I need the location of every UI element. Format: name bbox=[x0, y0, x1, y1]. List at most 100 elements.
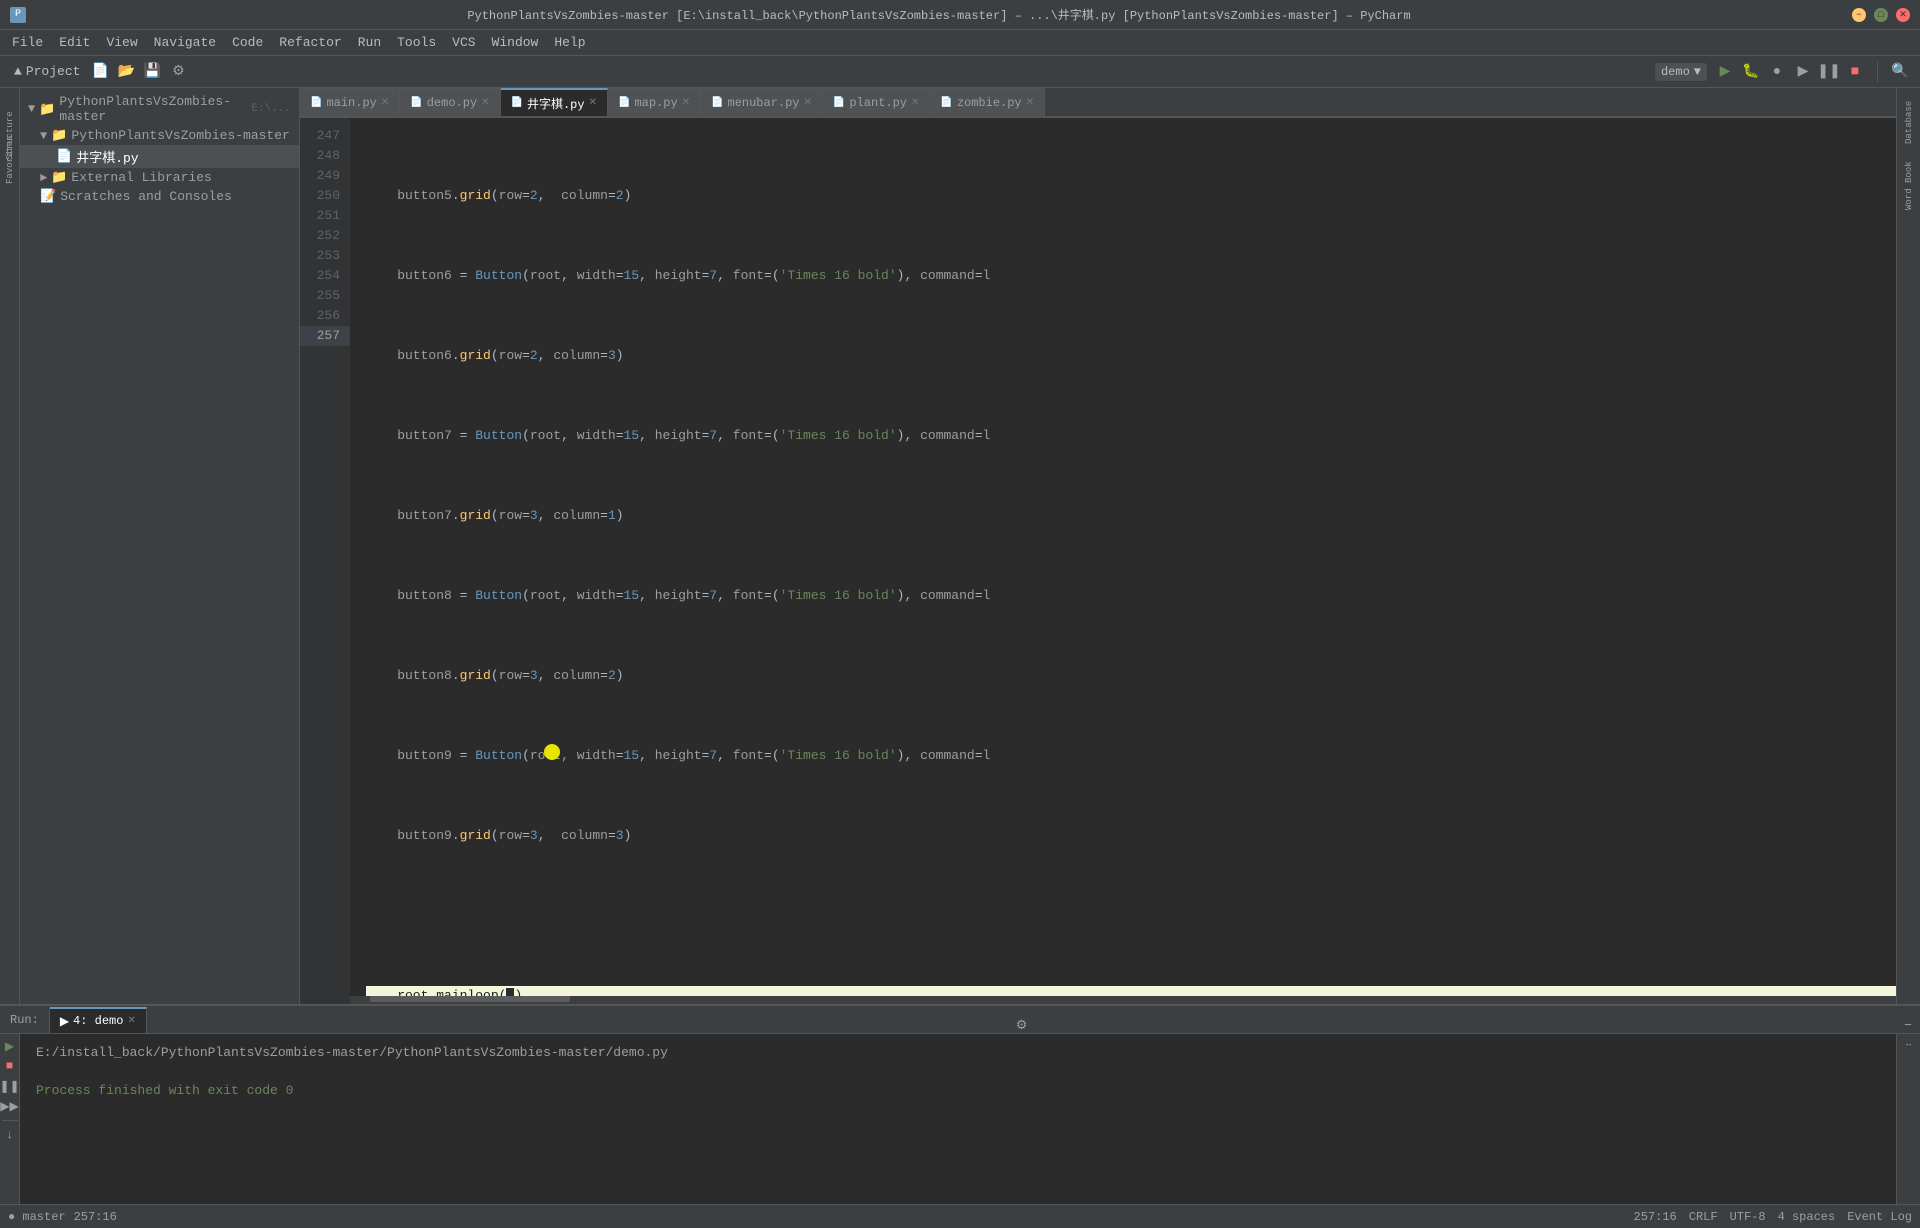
status-indent[interactable]: 257:16 bbox=[74, 1210, 117, 1224]
menu-edit[interactable]: Edit bbox=[51, 33, 98, 52]
window-title: PythonPlantsVsZombies-master [E:\install… bbox=[26, 6, 1852, 23]
tab-menubar-py[interactable]: 📄 menubar.py ✕ bbox=[701, 88, 823, 116]
run-control-icons: ▶ ■ ❚❚ ▶▶ ↓ bbox=[0, 1034, 20, 1204]
bottom-close-button[interactable]: − bbox=[1896, 1018, 1920, 1033]
run-stop-button[interactable]: ■ bbox=[2, 1058, 18, 1074]
favorites-icon[interactable]: Favorites bbox=[2, 152, 18, 168]
code-line-256 bbox=[366, 906, 1896, 926]
run-pause-button[interactable]: ❚❚ bbox=[2, 1078, 18, 1094]
menu-view[interactable]: View bbox=[98, 33, 145, 52]
tree-external-libraries[interactable]: ► 📁 External Libraries bbox=[20, 168, 299, 187]
close-tab-zombie[interactable]: ✕ bbox=[1026, 97, 1034, 109]
tab-jingziqui-py[interactable]: 📄 井字棋.py ✕ bbox=[501, 88, 608, 116]
code-editor[interactable]: 247 248 249 250 251 252 253 254 255 256 … bbox=[300, 118, 1896, 1004]
code-line-247: button5.grid(row=2, column=2) bbox=[366, 186, 1896, 206]
code-line-252: button8 = Button(root, width=15, height=… bbox=[366, 586, 1896, 606]
close-tab-main[interactable]: ✕ bbox=[381, 97, 389, 109]
close-tab-jingziqui[interactable]: ✕ bbox=[589, 97, 597, 109]
bottom-tabs: Run: ▶ 4: demo ✕ ⚙ − bbox=[0, 1006, 1920, 1034]
titlebar: P PythonPlantsVsZombies-master [E:\insta… bbox=[0, 0, 1920, 30]
run-resume-button[interactable]: ▶▶ bbox=[2, 1098, 18, 1114]
left-sidebar-icons: Structure Favorites bbox=[0, 88, 20, 1004]
code-line-255: button9.grid(row=3, column=3) bbox=[366, 826, 1896, 846]
run-play-button[interactable]: ▶ bbox=[2, 1038, 18, 1054]
debug-button[interactable]: 🐛 bbox=[1739, 60, 1763, 84]
wordbook-icon[interactable]: Word Book bbox=[1899, 156, 1919, 216]
stop-button[interactable]: ■ bbox=[1843, 60, 1867, 84]
menu-vcs[interactable]: VCS bbox=[444, 33, 483, 52]
tab-demo-py[interactable]: 📄 demo.py ✕ bbox=[400, 88, 500, 116]
project-label[interactable]: ▲ Project bbox=[8, 62, 86, 81]
tab-zombie-py[interactable]: 📄 zombie.py ✕ bbox=[930, 88, 1045, 116]
code-line-248: button6 = Button(root, width=15, height=… bbox=[366, 266, 1896, 286]
settings-button[interactable]: ⚙ bbox=[166, 60, 190, 84]
menu-help[interactable]: Help bbox=[546, 33, 593, 52]
statusbar: ● master 257:16 257:16 CRLF UTF-8 4 spac… bbox=[0, 1204, 1920, 1228]
editor-tabs: 📄 main.py ✕ 📄 demo.py ✕ 📄 井字棋.py ✕ 📄 map… bbox=[300, 88, 1896, 118]
status-encoding[interactable]: UTF-8 bbox=[1730, 1210, 1766, 1224]
code-line-253: button8.grid(row=3, column=2) bbox=[366, 666, 1896, 686]
menubar: File Edit View Navigate Code Refactor Ru… bbox=[0, 30, 1920, 56]
line-numbers: 247 248 249 250 251 252 253 254 255 256 … bbox=[300, 118, 350, 1004]
close-button[interactable]: ✕ bbox=[1896, 8, 1910, 22]
close-tab-demo[interactable]: ✕ bbox=[481, 97, 489, 109]
right-sidebar: Database Word Book bbox=[1896, 88, 1920, 1004]
new-file-button[interactable]: 📄 bbox=[88, 60, 112, 84]
pause-button[interactable]: ❚❚ bbox=[1817, 60, 1841, 84]
database-icon[interactable]: Database bbox=[1899, 92, 1919, 152]
profile-button[interactable]: ▶ bbox=[1791, 60, 1815, 84]
close-tab-menubar[interactable]: ✕ bbox=[804, 97, 812, 109]
maximize-button[interactable]: □ bbox=[1874, 8, 1888, 22]
tab-plant-py[interactable]: 📄 plant.py ✕ bbox=[823, 88, 930, 116]
status-indent-size[interactable]: 4 spaces bbox=[1778, 1210, 1836, 1224]
menu-window[interactable]: Window bbox=[484, 33, 547, 52]
bottom-right-panel: ↕ bbox=[1896, 1034, 1920, 1204]
menu-run[interactable]: Run bbox=[350, 33, 389, 52]
coverage-button[interactable]: ● bbox=[1765, 60, 1789, 84]
tree-file-active[interactable]: 📄 井字棋.py bbox=[20, 145, 299, 168]
status-vcs[interactable]: ● master bbox=[8, 1210, 66, 1224]
scroll-to-end-button[interactable]: ↓ bbox=[2, 1127, 18, 1143]
tree-scratches[interactable]: 📝 Scratches and Consoles bbox=[20, 187, 299, 206]
project-sidebar: ▼ 📁 PythonPlantsVsZombies-master E:\... … bbox=[20, 88, 300, 1004]
code-line-254: button9 = Button(root, width=15, height=… bbox=[366, 746, 1896, 766]
tab-main-py[interactable]: 📄 main.py ✕ bbox=[300, 88, 400, 116]
bottom-tab-demo[interactable]: ▶ 4: demo ✕ bbox=[50, 1007, 147, 1033]
run-result-line: Process finished with exit code 0 bbox=[36, 1080, 1880, 1102]
project-tree: ▼ 📁 PythonPlantsVsZombies-master E:\... … bbox=[20, 88, 299, 1004]
horizontal-scrollbar[interactable] bbox=[350, 996, 1896, 1004]
close-tab-plant[interactable]: ✕ bbox=[911, 97, 919, 109]
bottom-content: ▶ ■ ❚❚ ▶▶ ↓ E:/install_back/PythonPlants… bbox=[0, 1034, 1920, 1204]
tree-project-root[interactable]: ▼ 📁 PythonPlantsVsZombies-master E:\... bbox=[20, 92, 299, 126]
code-line-250: button7 = Button(root, width=15, height=… bbox=[366, 426, 1896, 446]
editor-area: 📄 main.py ✕ 📄 demo.py ✕ 📄 井字棋.py ✕ 📄 map… bbox=[300, 88, 1896, 1004]
save-button[interactable]: 💾 bbox=[140, 60, 164, 84]
bottom-tab-run-label[interactable]: Run: bbox=[0, 1007, 50, 1033]
close-bottom-tab-demo[interactable]: ✕ bbox=[127, 1015, 135, 1027]
menu-code[interactable]: Code bbox=[224, 33, 271, 52]
menu-file[interactable]: File bbox=[4, 33, 51, 52]
tree-subfolder[interactable]: ▼ 📁 PythonPlantsVsZombies-master bbox=[20, 126, 299, 145]
status-event-log[interactable]: Event Log bbox=[1847, 1210, 1912, 1224]
bottom-settings-button[interactable]: ⚙ bbox=[1008, 1018, 1036, 1033]
menu-refactor[interactable]: Refactor bbox=[271, 33, 349, 52]
code-line-251: button7.grid(row=3, column=1) bbox=[366, 506, 1896, 526]
status-crlf[interactable]: CRLF bbox=[1689, 1210, 1718, 1224]
run-path-line: E:/install_back/PythonPlantsVsZombies-ma… bbox=[36, 1042, 1880, 1064]
minimize-button[interactable]: − bbox=[1852, 8, 1866, 22]
close-tab-map[interactable]: ✕ bbox=[682, 97, 690, 109]
code-content[interactable]: button5.grid(row=2, column=2) button6 = … bbox=[350, 118, 1896, 1004]
menu-tools[interactable]: Tools bbox=[389, 33, 444, 52]
tab-map-py[interactable]: 📄 map.py ✕ bbox=[608, 88, 701, 116]
open-button[interactable]: 📂 bbox=[114, 60, 138, 84]
main-area: Structure Favorites ▼ 📁 PythonPlantsVsZo… bbox=[0, 88, 1920, 1004]
code-line-249: button6.grid(row=2, column=3) bbox=[366, 346, 1896, 366]
bottom-panel: Run: ▶ 4: demo ✕ ⚙ − ▶ ■ ❚❚ ▶▶ ↓ E:/inst… bbox=[0, 1004, 1920, 1204]
menu-navigate[interactable]: Navigate bbox=[146, 33, 224, 52]
run-config-selector[interactable]: demo ▼ bbox=[1655, 63, 1707, 81]
search-everywhere-button[interactable]: 🔍 bbox=[1888, 60, 1912, 84]
toolbar: ▲ Project 📄 📂 💾 ⚙ demo ▼ ▶ 🐛 ● ▶ ❚❚ ■ 🔍 bbox=[0, 56, 1920, 88]
run-button[interactable]: ▶ bbox=[1713, 60, 1737, 84]
run-output: E:/install_back/PythonPlantsVsZombies-ma… bbox=[20, 1034, 1896, 1204]
status-line-col[interactable]: 257:16 bbox=[1634, 1210, 1677, 1224]
